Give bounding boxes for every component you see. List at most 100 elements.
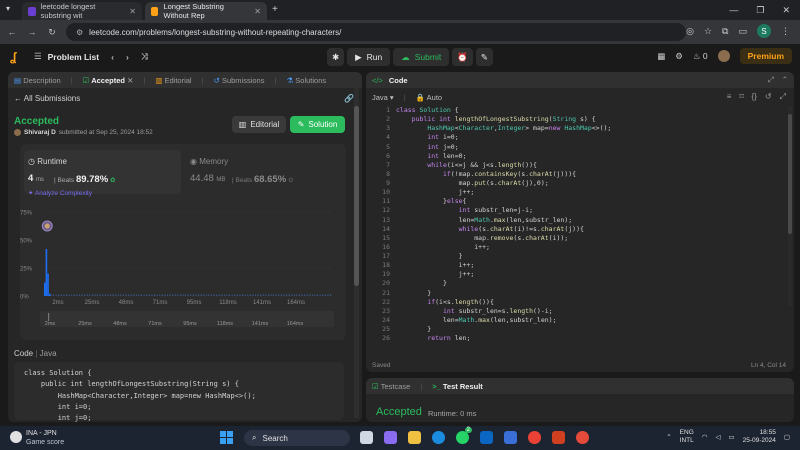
share-link-icon[interactable]: 🔗 [344,94,354,103]
profile-avatar[interactable]: S [757,24,771,38]
tab-test-result[interactable]: >_ Test Result [432,382,483,391]
close-icon[interactable]: ✕ [129,7,136,16]
fullscreen-icon[interactable]: ⤢ [768,75,774,85]
minimize-icon[interactable]: — [729,5,738,15]
all-submissions-link[interactable]: ← All Submissions [14,94,80,103]
leetcode-logo-icon[interactable]: ʆ [10,50,23,64]
chrome-profile-icon[interactable] [576,431,589,444]
distribution-bar [166,294,168,296]
bookmark-icon[interactable]: ⌑ [739,92,743,102]
whatsapp-icon[interactable]: 2 [456,427,472,444]
mail-icon[interactable] [480,431,493,444]
collapse-icon[interactable]: ⌃ [782,75,788,85]
reload-icon[interactable]: ↻ [44,27,60,38]
analyze-complexity-link[interactable]: ✦ Analyze Complexity [28,189,92,197]
distribution-bar [164,294,166,296]
distribution-bar [94,294,96,296]
format-icon[interactable]: ≡ [727,92,732,102]
site-info-icon[interactable]: ⚙ [76,28,83,37]
runtime-distribution-chart[interactable]: 75% 50% 25% 0% 2ms 25ms 48ms 71ms 95ms 118ms 141ms… [20,204,342,334]
teams-icon[interactable] [384,431,397,444]
problem-list-link[interactable]: Problem List [48,52,99,62]
submit-button[interactable]: ☁ Submit [393,48,450,66]
memory-title[interactable]: ◉ Memory [190,157,228,166]
eye-off-icon[interactable]: ◎ [686,26,694,37]
timer-button[interactable]: ⏰ [452,48,473,66]
tray-expand-icon[interactable]: ⌃ [666,433,671,441]
browser-tab-1[interactable]: leetcode longest substring wit ✕ [22,2,142,20]
shuffle-icon[interactable]: ⤨ [141,51,148,62]
tab-testcase[interactable]: ☑ Testcase [372,382,410,391]
layout-icon[interactable]: ▦ [657,51,665,62]
expand-icon[interactable]: ⤢ [780,92,786,102]
editor-scrollbar[interactable] [788,106,792,306]
next-problem-icon[interactable]: › [126,52,129,62]
tab-editorial[interactable]: ▥ Editorial [155,76,191,85]
close-window-icon[interactable]: ✕ [782,5,790,16]
office-icon[interactable] [552,431,565,444]
forward-icon[interactable]: → [24,27,40,37]
distribution-bar [187,294,189,296]
user-avatar[interactable] [717,50,730,62]
tab-description[interactable]: ▤ Description [14,76,61,85]
store-icon[interactable] [504,431,517,444]
close-icon[interactable]: ✕ [254,7,261,16]
auto-mode[interactable]: 🔒 Auto [416,93,442,102]
premium-button[interactable]: Premium [739,48,792,64]
file-explorer-icon[interactable] [408,431,421,444]
tab-submissions[interactable]: ↺ Submissions [214,76,265,85]
maximize-icon[interactable]: ❐ [756,5,764,16]
url-field[interactable]: ⚙ leetcode.com/problems/longest-substrin… [66,23,686,41]
whatsapp-badge: 2 [464,427,472,433]
reset-icon[interactable]: ↺ [765,92,772,102]
task-view-icon[interactable] [360,431,373,444]
language-select[interactable]: Java ▾ [372,93,394,102]
windows-start-icon[interactable] [220,431,233,444]
tab-accepted[interactable]: ☑ Accepted ✕ [83,76,134,85]
notes-button[interactable]: ✎ [475,48,493,66]
distribution-bar [286,294,288,296]
list-icon[interactable]: ☰ [34,51,42,62]
wifi-icon[interactable]: ◠ [702,433,708,441]
close-icon[interactable]: ✕ [127,76,133,85]
auto-label: Auto [426,92,443,102]
run-button[interactable]: ▶ Run [347,48,391,66]
taskbar-search[interactable]: ⌕ Search [244,430,350,446]
sidebar-icon[interactable]: ▭ [738,26,747,37]
distribution-bar [91,294,93,296]
back-icon[interactable]: ← [4,27,20,37]
menu-icon[interactable]: ⋮ [781,26,790,37]
debug-button[interactable]: ✱ [327,48,345,66]
distribution-bar [159,294,161,296]
browser-tab-2[interactable]: Longest Substring Without Rep ✕ [145,2,267,20]
code-editor[interactable]: class Solution { public int lengthOfLong… [396,106,611,343]
battery-icon[interactable]: ▭ [728,433,734,441]
score-widget[interactable]: INA - JPN Game score [26,429,64,447]
lock-icon: 🔒 [415,92,425,102]
braces-icon[interactable]: {} [752,92,757,102]
runtime-title-label: Runtime [37,157,68,166]
streak-counter[interactable]: ♨ 0 [693,51,708,62]
editorial-button[interactable]: ▥ Editorial [232,116,286,133]
clock[interactable]: 18:55 25-09-2024 [743,429,776,445]
notifications-icon[interactable]: ▢ [784,433,790,441]
solution-button[interactable]: ✎ Solution [290,116,345,133]
distribution-bar [138,294,140,296]
edge-icon[interactable] [432,431,445,444]
tab-search-icon[interactable]: ▾ [6,4,10,13]
prev-problem-icon[interactable]: ‹ [111,52,114,62]
distribution-bar [76,294,78,296]
solution-label: Solution [308,120,338,129]
submitter-name[interactable]: Shivaraj D [24,129,56,136]
chrome-icon[interactable] [528,431,541,444]
submitted-code-box[interactable]: class Solution { public int lengthOfLong… [14,362,344,422]
language-indicator[interactable]: ENG INTL [680,429,694,445]
volume-icon[interactable]: ◁ [715,433,720,441]
settings-icon[interactable]: ⚙ [675,51,683,62]
left-scrollbar[interactable] [354,88,359,418]
bookmark-star-icon[interactable]: ☆ [704,26,712,37]
extensions-icon[interactable]: ⧉ [722,26,728,37]
tab-solutions[interactable]: ⚗ Solutions [286,76,326,85]
distribution-bar [242,294,244,296]
new-tab-icon[interactable]: + [272,4,278,15]
